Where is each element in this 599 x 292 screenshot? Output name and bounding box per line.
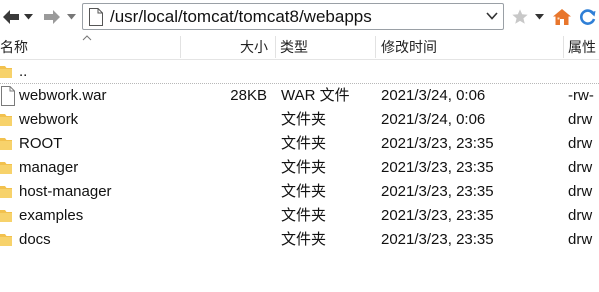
file-type: 文件夹 — [281, 183, 327, 200]
file-modified: 2021/3/23, 23:35 — [381, 183, 494, 200]
file-attributes: drw — [568, 183, 593, 200]
file-name: .. — [19, 63, 28, 80]
column-divider[interactable] — [563, 36, 564, 58]
refresh-icon — [580, 9, 596, 25]
file-type: 文件夹 — [281, 111, 327, 128]
home-icon — [553, 9, 571, 25]
column-type-header[interactable]: 类型 — [280, 34, 308, 60]
file-attributes: drw — [568, 159, 593, 176]
folder-icon — [0, 186, 12, 198]
sort-ascending-icon — [82, 35, 92, 41]
column-modified-header[interactable]: 修改时间 — [381, 34, 437, 60]
file-attributes: -rw- — [568, 87, 594, 104]
folder-icon — [0, 66, 12, 78]
folder-icon — [0, 210, 12, 222]
page-icon — [89, 8, 103, 26]
file-attributes: drw — [568, 231, 593, 248]
file-modified: 2021/3/24, 0:06 — [381, 87, 486, 104]
folder-row[interactable]: examples 文件夹 2021/3/23, 23:35 drw — [0, 204, 599, 228]
column-divider[interactable] — [375, 36, 376, 58]
column-size-header[interactable]: 大小 — [240, 34, 268, 60]
file-name: examples — [19, 207, 84, 224]
parent-directory-row[interactable]: .. — [0, 60, 599, 84]
file-attributes: drw — [568, 111, 593, 128]
address-path[interactable]: /usr/local/tomcat/tomcat8/webapps — [110, 6, 372, 27]
file-type: 文件夹 — [281, 159, 327, 176]
folder-icon — [0, 138, 12, 150]
folder-row[interactable]: webwork 文件夹 2021/3/24, 0:06 drw — [0, 108, 599, 132]
column-divider[interactable] — [180, 36, 181, 58]
folder-row[interactable]: host-manager 文件夹 2021/3/23, 23:35 drw — [0, 180, 599, 204]
home-button[interactable] — [551, 6, 573, 28]
back-history-dropdown[interactable] — [21, 6, 35, 28]
folder-icon — [0, 162, 12, 174]
file-type: 文件夹 — [281, 135, 327, 152]
chevron-down-icon — [23, 14, 33, 20]
file-row[interactable]: webwork.war 28KB WAR 文件 2021/3/24, 0:06 … — [0, 84, 599, 108]
address-bar[interactable]: /usr/local/tomcat/tomcat8/webapps — [82, 3, 504, 30]
file-modified: 2021/3/23, 23:35 — [381, 207, 494, 224]
chevron-down-icon — [66, 14, 76, 20]
file-type: WAR 文件 — [281, 87, 350, 104]
folder-row[interactable]: docs 文件夹 2021/3/23, 23:35 drw — [0, 228, 599, 252]
file-name: manager — [19, 159, 79, 176]
arrow-right-icon — [44, 10, 60, 24]
chevron-down-icon — [534, 14, 544, 20]
file-modified: 2021/3/23, 23:35 — [381, 135, 494, 152]
folder-icon — [0, 234, 12, 246]
file-modified: 2021/3/23, 23:35 — [381, 231, 494, 248]
file-modified: 2021/3/24, 0:06 — [381, 111, 486, 128]
folder-row[interactable]: manager 文件夹 2021/3/23, 23:35 drw — [0, 156, 599, 180]
file-attributes: drw — [568, 207, 593, 224]
folder-icon — [0, 114, 12, 126]
file-name: ROOT — [19, 135, 63, 152]
file-name: webwork — [19, 111, 79, 128]
file-icon — [1, 86, 15, 106]
file-name: host-manager — [19, 183, 112, 200]
chevron-down-icon[interactable] — [485, 9, 499, 23]
column-name-header[interactable]: 名称 — [0, 34, 28, 60]
bookmark-button[interactable] — [509, 6, 531, 28]
file-name: docs — [19, 231, 51, 248]
folder-row[interactable]: ROOT 文件夹 2021/3/23, 23:35 drw — [0, 132, 599, 156]
file-attributes: drw — [568, 135, 593, 152]
star-icon — [512, 9, 528, 24]
forward-history-dropdown[interactable] — [64, 6, 78, 28]
column-divider[interactable] — [275, 36, 276, 58]
file-size: 28KB — [230, 87, 267, 104]
arrow-left-icon — [3, 10, 19, 24]
forward-button[interactable] — [39, 6, 65, 28]
column-attributes-header[interactable]: 属性 — [568, 34, 596, 60]
file-type: 文件夹 — [281, 231, 327, 248]
file-name: webwork.war — [19, 87, 107, 104]
toolbar: /usr/local/tomcat/tomcat8/webapps — [0, 0, 599, 34]
refresh-button[interactable] — [577, 6, 599, 28]
bookmark-dropdown[interactable] — [532, 6, 546, 28]
file-type: 文件夹 — [281, 207, 327, 224]
file-modified: 2021/3/23, 23:35 — [381, 159, 494, 176]
back-button[interactable] — [0, 6, 22, 28]
